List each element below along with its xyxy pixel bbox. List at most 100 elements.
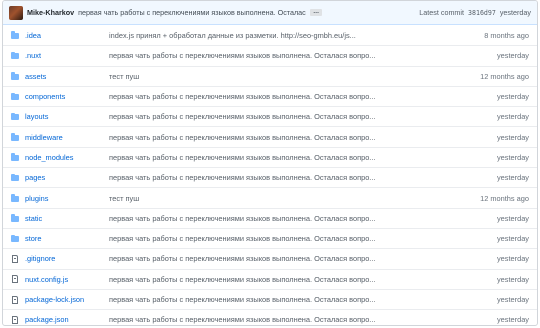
file-row: package-lock.json первая чать работы с пе… bbox=[3, 288, 537, 309]
file-row: .nuxt первая чать работы с переключениями… bbox=[3, 45, 537, 65]
folder-icon bbox=[11, 112, 19, 121]
row-icon bbox=[3, 72, 23, 80]
commit-age: yesterday bbox=[496, 152, 529, 162]
row-icon bbox=[3, 133, 23, 141]
folder-icon bbox=[11, 92, 19, 101]
latest-commit-bar: Mike-Kharkov первая чать работы с перекл… bbox=[3, 1, 537, 25]
file-row: .idea index.js принял + обработал данные … bbox=[3, 25, 537, 45]
commit-message-link[interactable]: тест пуш bbox=[109, 194, 467, 203]
row-icon bbox=[3, 315, 23, 324]
folder-icon bbox=[11, 153, 19, 161]
commit-age: 12 months ago bbox=[480, 193, 529, 203]
latest-commit-label: Latest commit bbox=[419, 8, 465, 17]
row-icon bbox=[3, 295, 23, 304]
avatar[interactable] bbox=[9, 5, 23, 20]
row-icon bbox=[3, 275, 23, 284]
file-row: node_modules первая чать работы с переклю… bbox=[3, 146, 537, 167]
file-row: package.json первая чать работы с переклю… bbox=[3, 309, 537, 325]
row-icon bbox=[3, 173, 23, 182]
file-icon bbox=[12, 315, 18, 324]
file-row: plugins тест пуш 12 months ago bbox=[3, 187, 537, 207]
commit-message-link[interactable]: первая чать работы с переключениями язык… bbox=[109, 315, 467, 324]
commit-age: yesterday bbox=[496, 295, 529, 304]
file-row: layouts первая чать работы с переключения… bbox=[3, 106, 537, 126]
directory-link[interactable]: pages bbox=[23, 173, 109, 182]
commit-age: yesterday bbox=[496, 132, 529, 142]
file-row: static первая чать работы с переключениям… bbox=[3, 207, 537, 228]
commit-message-link[interactable]: первая чать работы с переключениями язык… bbox=[109, 295, 467, 304]
row-icon bbox=[3, 112, 23, 121]
file-link[interactable]: nuxt.config.js bbox=[23, 275, 109, 284]
folder-icon bbox=[11, 234, 19, 243]
file-row: assets тест пуш 12 months ago bbox=[3, 65, 537, 86]
directory-link[interactable]: .nuxt bbox=[23, 51, 109, 60]
commit-age: yesterday bbox=[496, 315, 529, 325]
folder-icon bbox=[11, 72, 19, 80]
commit-age: yesterday bbox=[496, 213, 529, 223]
commit-age: yesterday bbox=[496, 234, 529, 244]
commit-message-link[interactable]: первая чать работы с переключениями язык… bbox=[109, 173, 467, 182]
file-icon bbox=[12, 295, 18, 304]
row-icon bbox=[3, 254, 23, 263]
row-icon bbox=[3, 153, 23, 161]
file-row: pages первая чать работы с переключениями… bbox=[3, 167, 537, 187]
file-link[interactable]: package-lock.json bbox=[23, 295, 109, 304]
expand-commit-button[interactable]: … bbox=[310, 9, 323, 16]
commit-message-link[interactable]: первая чать работы с переключениями язык… bbox=[109, 133, 467, 142]
commit-message-link[interactable]: первая чать работы с переключениями язык… bbox=[109, 112, 467, 121]
commit-age: yesterday bbox=[496, 92, 529, 102]
commit-time: yesterday bbox=[499, 8, 531, 17]
file-icon bbox=[12, 254, 18, 263]
folder-icon bbox=[11, 214, 19, 222]
directory-link[interactable]: static bbox=[23, 214, 109, 223]
commit-message-link[interactable]: первая чать работы с переключениями язык… bbox=[109, 153, 467, 162]
file-icon bbox=[12, 275, 18, 284]
directory-link[interactable]: node_modules bbox=[23, 153, 109, 162]
commit-message-link[interactable]: index.js принял + обработал данные из ра… bbox=[109, 31, 467, 40]
row-icon bbox=[3, 51, 23, 60]
commit-message-link[interactable]: первая чать работы с переключениями язык… bbox=[109, 92, 467, 101]
row-icon bbox=[3, 92, 23, 101]
directory-link[interactable]: layouts bbox=[23, 112, 109, 121]
commit-message-link[interactable]: первая чать работы с переключениями язык… bbox=[109, 51, 467, 60]
directory-link[interactable]: assets bbox=[23, 72, 109, 81]
commit-message-link[interactable]: тест пуш bbox=[109, 72, 467, 81]
file-row: store первая чать работы с переключениями… bbox=[3, 227, 537, 248]
folder-icon bbox=[11, 173, 19, 182]
commit-age: yesterday bbox=[496, 173, 529, 183]
commit-author[interactable]: Mike-Kharkov bbox=[27, 8, 74, 17]
file-link[interactable]: .gitignore bbox=[23, 254, 109, 263]
file-row: middleware первая чать работы с переключе… bbox=[3, 126, 537, 146]
commit-message-link[interactable]: первая чать работы с переключениями язык… bbox=[109, 214, 467, 223]
commit-age: 8 months ago bbox=[484, 30, 529, 40]
file-row: components первая чать работы с переключе… bbox=[3, 85, 537, 106]
folder-icon bbox=[11, 31, 19, 39]
file-row: nuxt.config.js первая чать работы с перек… bbox=[3, 268, 537, 289]
file-row: .gitignore первая чать работы с переключе… bbox=[3, 248, 537, 268]
commit-age: yesterday bbox=[496, 274, 529, 284]
directory-link[interactable]: plugins bbox=[23, 194, 109, 203]
row-icon bbox=[3, 31, 23, 39]
commit-age: yesterday bbox=[496, 112, 529, 122]
directory-link[interactable]: middleware bbox=[23, 133, 109, 142]
folder-icon bbox=[11, 51, 19, 60]
latest-commit-info: Latest commit 3816d97 yesterday bbox=[419, 8, 531, 17]
file-browser: Mike-Kharkov первая чать работы с перекл… bbox=[2, 0, 538, 326]
directory-link[interactable]: components bbox=[23, 92, 109, 101]
file-list: .idea index.js принял + обработал данные … bbox=[3, 25, 537, 325]
directory-link[interactable]: .idea bbox=[23, 31, 109, 40]
commit-sha-link[interactable]: 3816d97 bbox=[468, 9, 496, 17]
directory-link[interactable]: store bbox=[23, 234, 109, 243]
folder-icon bbox=[11, 133, 19, 141]
commit-message-link[interactable]: первая чать работы с переключениями язык… bbox=[109, 234, 467, 243]
commit-message-link[interactable]: первая чать работы с переключениями язык… bbox=[109, 254, 467, 263]
row-icon bbox=[3, 234, 23, 243]
row-icon bbox=[3, 194, 23, 202]
commit-message[interactable]: первая чать работы с переключениями язык… bbox=[78, 8, 306, 17]
row-icon bbox=[3, 214, 23, 222]
commit-age: yesterday bbox=[496, 51, 529, 61]
commit-message-link[interactable]: первая чать работы с переключениями язык… bbox=[109, 275, 467, 284]
folder-icon bbox=[11, 194, 19, 202]
commit-age: yesterday bbox=[496, 254, 529, 264]
file-link[interactable]: package.json bbox=[23, 315, 109, 324]
